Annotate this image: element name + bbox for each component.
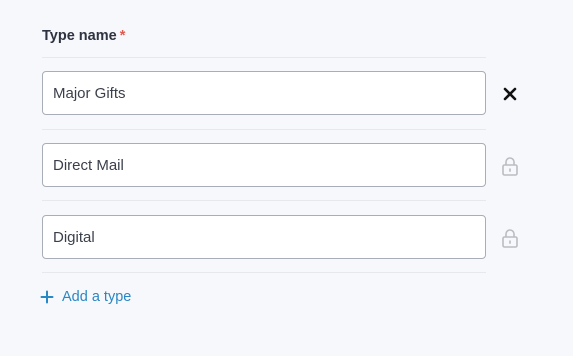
locked-indicator bbox=[499, 155, 521, 177]
remove-type-button[interactable] bbox=[499, 83, 521, 105]
divider bbox=[42, 57, 486, 58]
type-name-input-digital[interactable] bbox=[42, 215, 486, 259]
divider bbox=[42, 129, 486, 130]
divider bbox=[42, 272, 486, 273]
type-name-label-text: Type name bbox=[42, 28, 117, 44]
divider bbox=[42, 200, 486, 201]
lock-icon bbox=[502, 229, 518, 248]
locked-indicator bbox=[499, 227, 521, 249]
add-type-label: Add a type bbox=[62, 289, 132, 305]
required-asterisk: * bbox=[119, 28, 126, 44]
type-name-input-direct-mail[interactable] bbox=[42, 143, 486, 187]
add-type-link[interactable]: Add a type bbox=[40, 289, 131, 305]
close-icon bbox=[503, 87, 517, 101]
type-name-input-major-gifts[interactable] bbox=[42, 71, 486, 115]
plus-icon bbox=[40, 290, 54, 304]
lock-icon bbox=[502, 157, 518, 176]
type-name-label: Type name * bbox=[42, 28, 125, 44]
